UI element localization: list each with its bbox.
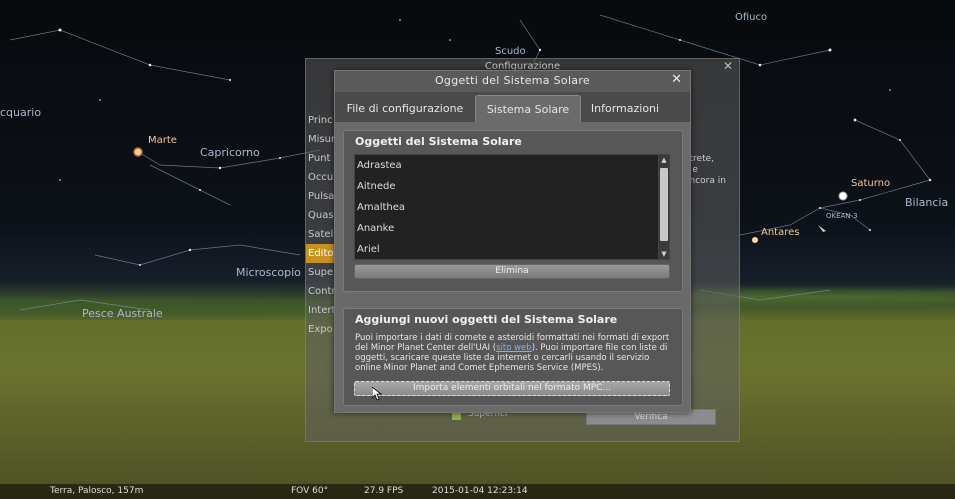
fov-text: FOV 60° xyxy=(291,486,329,496)
background-text-line: ancora in xyxy=(684,176,726,186)
list-item[interactable]: Ananke xyxy=(355,218,669,239)
mouse-cursor-icon xyxy=(372,387,382,401)
constellation-label: Bilancia xyxy=(905,196,949,209)
constellation-label: Pesce Australe xyxy=(82,307,163,320)
objects-group-title: Oggetti del Sistema Solare xyxy=(355,135,522,148)
planet-label: Saturno xyxy=(851,178,891,189)
constellation-label: Scudo xyxy=(495,46,526,57)
satellite-icon xyxy=(818,225,826,232)
list-item[interactable]: Aitnede xyxy=(355,176,669,197)
objects-group: Oggetti del Sistema Solare Adrastea Aitn… xyxy=(343,130,683,292)
list-item[interactable]: Adrastea xyxy=(355,155,669,176)
tab-config-file[interactable]: File di configurazione xyxy=(341,95,469,122)
background-text: otrete, a e ancora in xyxy=(684,154,739,187)
tab-information[interactable]: Informazioni xyxy=(585,95,665,122)
location-text: Terra, Palosco, 157m xyxy=(50,486,144,496)
planet-label: Marte xyxy=(148,135,177,146)
import-group: Aggiungi nuovi oggetti del Sistema Solar… xyxy=(343,308,683,406)
dialog-title: Oggetti del Sistema Solare xyxy=(434,74,591,87)
website-link[interactable]: sito web xyxy=(496,343,532,353)
background-text-line: otrete, xyxy=(684,154,715,164)
import-description: Puoi importare i dati di comete e astero… xyxy=(355,333,677,373)
close-icon[interactable]: ✕ xyxy=(671,72,682,87)
saturn-icon[interactable] xyxy=(838,191,848,201)
constellation-label: Microscopio xyxy=(236,266,301,279)
satellite-label: OKEAN-3 xyxy=(826,212,858,220)
constellation-label: Capricorno xyxy=(200,146,260,159)
datetime-text: 2015-01-04 12:23:14 xyxy=(432,486,528,496)
delete-button[interactable]: Elimina xyxy=(354,264,670,279)
list-scrollbar[interactable]: ▲ ▼ xyxy=(658,154,670,260)
scroll-down-icon[interactable]: ▼ xyxy=(659,249,669,259)
import-mpc-button[interactable]: Importa elementi orbitali nel formato MP… xyxy=(354,381,670,396)
tab-solar-system[interactable]: Sistema Solare xyxy=(475,95,581,123)
tab-content: Oggetti del Sistema Solare Adrastea Aitn… xyxy=(335,122,690,412)
list-item[interactable]: Ariel xyxy=(355,239,669,259)
antares-icon[interactable] xyxy=(752,237,758,243)
scroll-up-icon[interactable]: ▲ xyxy=(659,155,669,165)
constellation-label: Ofiuco xyxy=(735,12,768,23)
background-text-line: a e xyxy=(684,165,698,175)
tab-bar: File di configurazione Sistema Solare In… xyxy=(335,92,690,123)
planet-label: Antares xyxy=(761,227,800,238)
constellation-label: cquario xyxy=(0,106,42,119)
list-item[interactable]: Amalthea xyxy=(355,197,669,218)
close-icon[interactable]: ✕ xyxy=(723,59,733,73)
objects-list[interactable]: Adrastea Aitnede Amalthea Ananke Ariel xyxy=(354,154,670,260)
import-group-title: Aggiungi nuovi oggetti del Sistema Solar… xyxy=(355,313,618,326)
scroll-thumb[interactable] xyxy=(660,168,668,241)
mars-icon[interactable] xyxy=(133,147,143,157)
status-bar: Terra, Palosco, 157m FOV 60° 27.9 FPS 20… xyxy=(0,484,955,499)
solar-system-objects-dialog: Oggetti del Sistema Solare ✕ File di con… xyxy=(334,70,691,413)
fps-text: 27.9 FPS xyxy=(364,486,404,496)
